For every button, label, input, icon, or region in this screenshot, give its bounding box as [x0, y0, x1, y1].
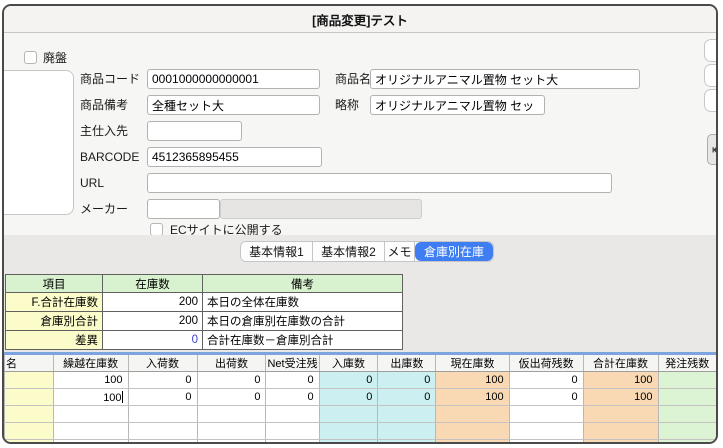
- wh-cell-total[interactable]: 100: [583, 372, 658, 389]
- summary-qty: 200: [103, 293, 203, 312]
- summary-item: 倉庫別合計: [6, 312, 103, 331]
- wh-cell-prov-ship-remain[interactable]: 0: [509, 372, 583, 389]
- url-input[interactable]: [147, 173, 612, 193]
- wh-cell-shipments[interactable]: 0: [197, 389, 266, 406]
- wh-cell-arrivals[interactable]: 0: [128, 389, 197, 406]
- warehouse-row: 100 0 0 0 0 0 100 0 100: [5, 372, 717, 389]
- discontinued-label: 廃盤: [43, 48, 67, 68]
- wh-cell-current[interactable]: 100: [436, 372, 509, 389]
- wh-header-stock-in: 入庫数: [319, 355, 378, 372]
- summary-row: 差異 0 合計在庫数－倉庫別合計: [6, 331, 403, 350]
- tab-basic-info-1[interactable]: 基本情報1: [241, 242, 313, 261]
- wh-header-carryover: 繰越在庫数: [53, 355, 128, 372]
- side-button-1[interactable]: [704, 39, 718, 62]
- wh-cell-name[interactable]: [5, 372, 54, 389]
- main-supplier-label: 主仕入先: [80, 121, 128, 141]
- warehouse-empty-row: [5, 423, 717, 440]
- skip-to-first-button[interactable]: ⇤: [707, 134, 718, 165]
- wh-cell-current[interactable]: 100: [436, 389, 509, 406]
- wh-cell-stock-in[interactable]: 0: [319, 389, 378, 406]
- window-titlebar: [商品変更]テスト: [4, 6, 716, 33]
- wh-header-total: 合計在庫数: [583, 355, 658, 372]
- warehouse-row: 100 0 0 0 0 0 100 0 100: [5, 389, 717, 406]
- short-name-input[interactable]: [370, 95, 545, 115]
- summary-header-note: 備考: [203, 275, 403, 293]
- stock-summary-table: 項目 在庫数 備考 F.合計在庫数 200 本日の全体在庫数 倉庫別合計 200…: [5, 274, 403, 350]
- skip-left-icon: ⇤: [712, 142, 718, 158]
- side-button-2[interactable]: [704, 64, 718, 87]
- wh-header-name: 名: [5, 355, 54, 372]
- detail-tabbar: 基本情報1 基本情報2 メモ 倉庫別在庫: [240, 241, 494, 262]
- summary-row: 倉庫別合計 200 本日の倉庫別在庫数の合計: [6, 312, 403, 331]
- maker-name-display: [220, 199, 422, 219]
- text-caret: [122, 391, 123, 403]
- wh-cell-carryover[interactable]: 100: [53, 372, 128, 389]
- product-name-label: 商品名: [335, 69, 371, 89]
- wh-header-shipments: 出荷数: [197, 355, 266, 372]
- wh-cell-order-remain[interactable]: [658, 389, 716, 406]
- product-code-label: 商品コード: [80, 69, 140, 89]
- product-image-box[interactable]: [2, 70, 74, 215]
- wh-cell-arrivals[interactable]: 0: [128, 372, 197, 389]
- maker-input[interactable]: [147, 199, 220, 219]
- wh-cell-stock-out[interactable]: 0: [378, 389, 436, 406]
- short-name-label: 略称: [335, 95, 359, 115]
- warehouse-empty-row: [5, 440, 717, 445]
- wh-cell-net-backorder[interactable]: 0: [266, 389, 319, 406]
- wh-header-current: 現在庫数: [436, 355, 509, 372]
- summary-item: F.合計在庫数: [6, 293, 103, 312]
- product-code-input[interactable]: [147, 69, 320, 89]
- wh-cell-name[interactable]: [5, 389, 54, 406]
- summary-item: 差異: [6, 331, 103, 350]
- wh-header-prov-ship-remain: 仮出荷残数: [509, 355, 583, 372]
- warehouse-header-row: 名 繰越在庫数 入荷数 出荷数 Net受注残 入庫数 出庫数 現在庫数 仮出荷残…: [5, 355, 717, 372]
- summary-note: 合計在庫数－倉庫別合計: [203, 331, 403, 350]
- tab-basic-info-2[interactable]: 基本情報2: [313, 242, 385, 261]
- warehouse-stock-grid: 名 繰越在庫数 入荷数 出荷数 Net受注残 入庫数 出庫数 現在庫数 仮出荷残…: [4, 355, 716, 444]
- summary-diff-qty: 0: [103, 331, 203, 350]
- maker-label: メーカー: [80, 199, 128, 219]
- wh-header-net-backorder: Net受注残: [266, 355, 319, 372]
- tab-memo[interactable]: メモ: [385, 242, 415, 261]
- tab-warehouse-stock[interactable]: 倉庫別在庫: [415, 242, 493, 261]
- barcode-input[interactable]: [147, 147, 322, 167]
- discontinued-checkbox[interactable]: [24, 51, 37, 64]
- barcode-label: BARCODE: [80, 147, 139, 167]
- product-edit-window: [商品変更]テスト 廃盤 商品コード 商品備考 主仕入先 BARCODE URL…: [2, 4, 718, 444]
- summary-header-qty: 在庫数: [103, 275, 203, 293]
- url-label: URL: [80, 173, 104, 193]
- summary-note: 本日の全体在庫数: [203, 293, 403, 312]
- product-note-input[interactable]: [147, 95, 320, 115]
- summary-qty: 200: [103, 312, 203, 331]
- product-note-label: 商品備考: [80, 95, 128, 115]
- wh-header-stock-out: 出庫数: [378, 355, 436, 372]
- wh-cell-order-remain[interactable]: [658, 372, 716, 389]
- screenshot-root: [商品変更]テスト 廃盤 商品コード 商品備考 主仕入先 BARCODE URL…: [0, 0, 723, 448]
- window-title: [商品変更]テスト: [312, 10, 408, 29]
- wh-header-order-remain: 発注残数: [658, 355, 716, 372]
- wh-cell-total[interactable]: 100: [583, 389, 658, 406]
- wh-cell-stock-out[interactable]: 0: [378, 372, 436, 389]
- summary-header-row: 項目 在庫数 備考: [6, 275, 403, 293]
- summary-row: F.合計在庫数 200 本日の全体在庫数: [6, 293, 403, 312]
- wh-cell-net-backorder[interactable]: 0: [266, 372, 319, 389]
- product-name-input[interactable]: [370, 69, 640, 89]
- wh-cell-stock-in[interactable]: 0: [319, 372, 378, 389]
- summary-note: 本日の倉庫別在庫数の合計: [203, 312, 403, 331]
- wh-cell-prov-ship-remain[interactable]: 0: [509, 389, 583, 406]
- main-supplier-input[interactable]: [147, 121, 242, 141]
- wh-header-arrivals: 入荷数: [128, 355, 197, 372]
- wh-cell-carryover-editing[interactable]: 100: [53, 389, 128, 406]
- summary-header-item: 項目: [6, 275, 103, 293]
- wh-cell-shipments[interactable]: 0: [197, 372, 266, 389]
- side-button-3[interactable]: [704, 89, 718, 112]
- warehouse-empty-row: [5, 406, 717, 423]
